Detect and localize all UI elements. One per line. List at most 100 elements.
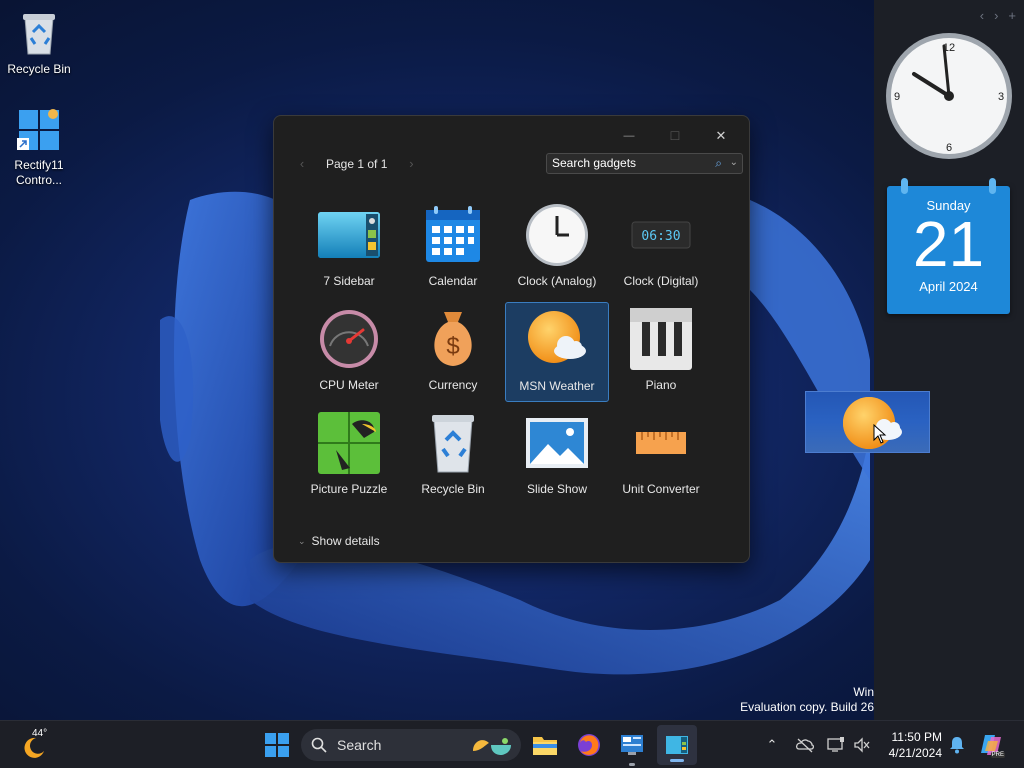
calendar-ring <box>989 178 996 194</box>
rectify11-icon <box>15 106 63 154</box>
cpu-meter-icon <box>316 306 382 372</box>
sidebar-next-button[interactable]: › <box>994 8 998 23</box>
gadget-sidebar: ‹ › + 12 3 6 9 Sunday 21 April 2024 <box>874 0 1024 720</box>
gadget-item-clock-digital[interactable]: 06:30 Clock (Digital) <box>609 198 713 298</box>
gadget-label: Currency <box>428 378 478 392</box>
gadget-label: MSN Weather <box>519 379 595 393</box>
clock-tray[interactable]: 11:50 PM 4/21/2024 <box>880 729 942 761</box>
gadget-item-calendar[interactable]: Calendar <box>401 198 505 298</box>
monitor-icon <box>827 737 844 752</box>
taskbar-search-box[interactable]: Search <box>301 729 521 761</box>
gadget-label: CPU Meter <box>319 378 379 392</box>
gadget-label: Calendar <box>428 274 478 288</box>
ruler-icon <box>628 410 694 476</box>
gadget-gallery-window: — ☐ ✕ ‹ Page 1 of 1 › Search gadgets ⌕ ⌄ <box>273 115 750 563</box>
prev-page-button[interactable]: ‹ <box>288 156 316 171</box>
gadget-label: 7 Sidebar <box>323 274 375 288</box>
gadget-item-msn-weather[interactable]: MSN Weather <box>505 302 609 402</box>
gadget-label: Unit Converter <box>622 482 700 496</box>
sidebar-add-button[interactable]: + <box>1008 8 1016 23</box>
close-icon: ✕ <box>715 128 727 143</box>
digital-clock-readout: 06:30 <box>641 229 680 244</box>
sidebar-icon <box>316 202 382 268</box>
control-panel-button[interactable] <box>613 721 651 768</box>
gadget-label: Slide Show <box>526 482 588 496</box>
firefox-icon <box>578 734 600 756</box>
search-input-value: Search gadgets <box>552 156 637 170</box>
search-icon[interactable]: ⌕ <box>715 156 722 171</box>
desktop-icon-rectify11[interactable]: Rectify11 Contro... <box>3 106 75 188</box>
weather-temp: 44° <box>32 728 48 739</box>
volume-button[interactable] <box>850 721 874 768</box>
minimize-button[interactable]: — <box>606 122 652 150</box>
maximize-icon: ☐ <box>669 129 681 143</box>
notifications-button[interactable] <box>946 721 968 768</box>
gadget-item-recycle-bin[interactable]: Recycle Bin <box>401 406 505 506</box>
gadget-item-picture-puzzle[interactable]: Picture Puzzle <box>297 406 401 506</box>
evaluation-watermark: Win Evaluation copy. Build 26 <box>740 685 874 715</box>
file-explorer-button[interactable] <box>526 721 564 768</box>
gadget-item-piano[interactable]: Piano <box>609 302 713 402</box>
gadget-item-currency[interactable]: $ Currency <box>401 302 505 402</box>
gadget-label: Recycle Bin <box>421 482 485 496</box>
gadget-search-input[interactable]: Search gadgets ⌕ ⌄ <box>546 153 743 174</box>
gadget-item-cpu-meter[interactable]: CPU Meter <box>297 302 401 402</box>
weather-widget-button[interactable]: 44° <box>14 721 58 768</box>
recycle-bin-icon <box>420 410 486 476</box>
chevron-up-icon: ⌃ <box>766 737 778 752</box>
svg-text:$: $ <box>446 333 459 360</box>
calendar-ring <box>901 178 908 194</box>
calendar-gadget[interactable]: Sunday 21 April 2024 <box>887 178 1010 314</box>
running-indicator <box>629 763 635 766</box>
taskbar-search-label: Search <box>337 737 382 753</box>
calendar-icon <box>420 202 486 268</box>
page-indicator: Page 1 of 1 <box>326 156 388 171</box>
pager: ‹ Page 1 of 1 › <box>288 156 425 171</box>
show-hidden-icons-button[interactable]: ⌃ <box>760 721 784 768</box>
start-button[interactable] <box>258 721 296 768</box>
display-button[interactable] <box>824 721 848 768</box>
maximize-button[interactable]: ☐ <box>652 122 698 150</box>
chevron-down-icon: ⌄ <box>298 535 306 546</box>
volume-muted-icon <box>854 737 870 753</box>
next-page-button[interactable]: › <box>397 156 425 171</box>
clock-numeral-6: 6 <box>946 142 952 154</box>
watermark-line-1: Win <box>853 685 874 699</box>
watermark-line-2: Evaluation copy. Build 26 <box>740 700 874 714</box>
firefox-button[interactable] <box>570 721 608 768</box>
mouse-cursor-icon <box>873 424 887 444</box>
tray-date: 4/21/2024 <box>888 746 942 760</box>
sidebar-prev-button[interactable]: ‹ <box>980 8 984 23</box>
windows-logo-icon <box>265 733 289 757</box>
analog-clock-gadget[interactable]: 12 3 6 9 <box>884 30 1014 162</box>
copilot-badge: PRE <box>990 752 1005 758</box>
chevron-down-icon[interactable]: ⌄ <box>730 157 738 168</box>
network-disconnected-icon <box>795 738 815 753</box>
gadget-item-clock-analog[interactable]: Clock (Analog) <box>505 198 609 298</box>
show-details-toggle[interactable]: ⌄ Show details <box>298 534 380 548</box>
network-button[interactable] <box>792 721 818 768</box>
gadget-item-7-sidebar[interactable]: 7 Sidebar <box>297 198 401 298</box>
gadgets-taskbar-button[interactable] <box>657 725 697 765</box>
gadget-label: Clock (Analog) <box>517 274 597 288</box>
desktop-icon-recycle-bin[interactable]: Recycle Bin <box>3 10 75 77</box>
puzzle-icon <box>316 410 382 476</box>
search-icon <box>311 737 327 753</box>
minimize-icon: — <box>623 130 635 142</box>
close-button[interactable]: ✕ <box>698 122 744 150</box>
search-highlight-icon <box>473 738 511 755</box>
dragged-weather-gadget[interactable] <box>805 391 930 453</box>
active-indicator <box>670 759 684 762</box>
gadget-item-unit-converter[interactable]: Unit Converter <box>609 406 713 506</box>
gadget-label: Piano <box>645 378 677 392</box>
currency-icon: $ <box>420 306 486 372</box>
gadget-item-slide-show[interactable]: Slide Show <box>505 406 609 506</box>
sidebar-nav: ‹ › + <box>980 8 1016 23</box>
calendar-day-number: 21 <box>912 208 985 280</box>
tray-time: 11:50 PM <box>891 730 942 744</box>
slide-show-icon <box>524 410 590 476</box>
clock-numeral-12: 12 <box>943 42 955 54</box>
clock-numeral-3: 3 <box>998 91 1004 103</box>
copilot-button[interactable]: PRE <box>976 721 1008 768</box>
digital-clock-icon: 06:30 <box>628 202 694 268</box>
